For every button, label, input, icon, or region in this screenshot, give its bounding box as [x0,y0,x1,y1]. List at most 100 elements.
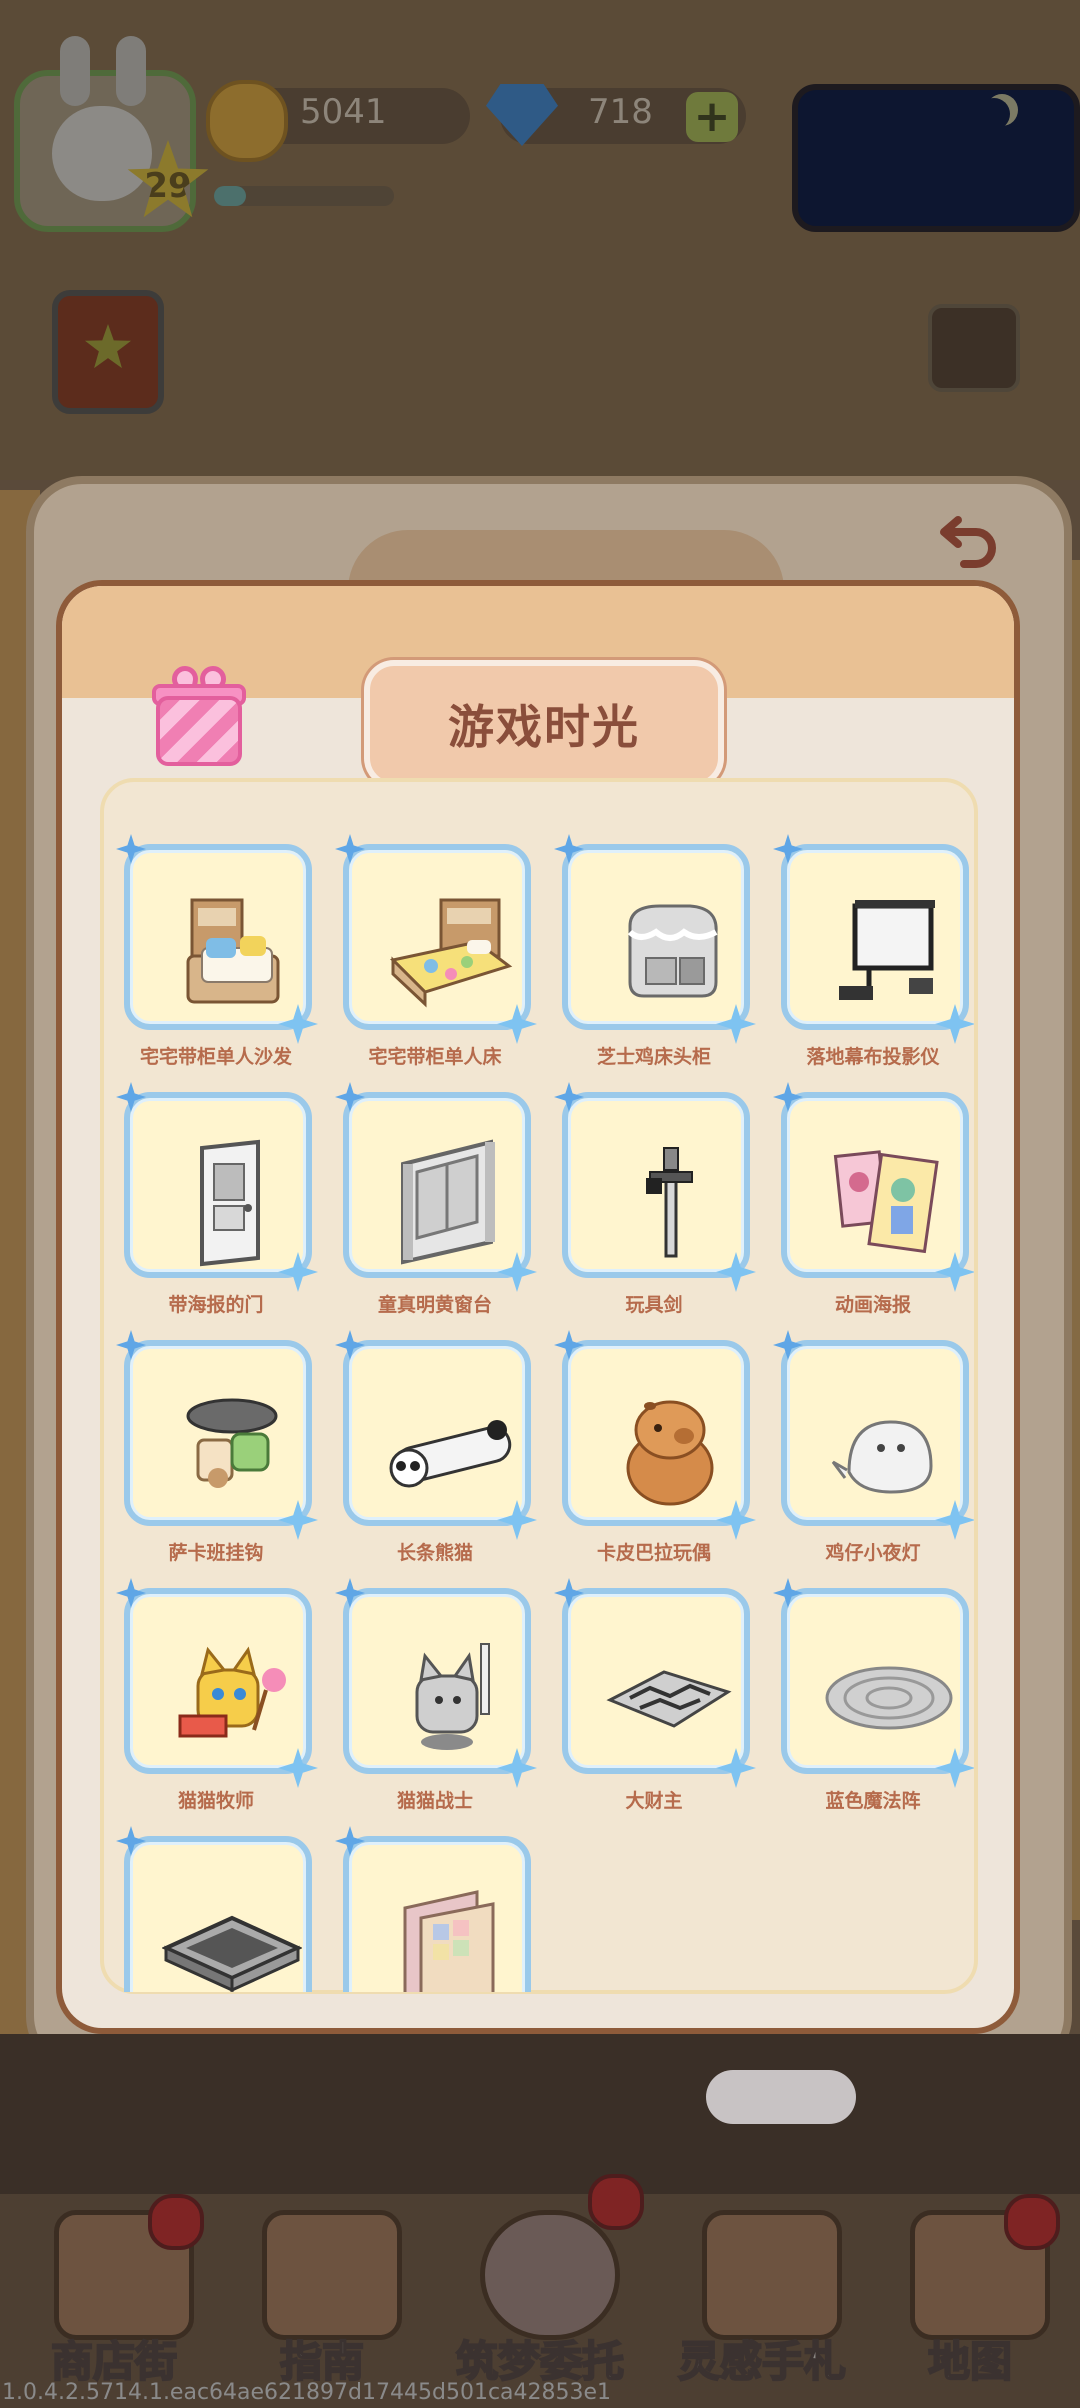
item-name: 落地幕布投影仪 [806,1046,940,1068]
item-card[interactable] [124,1340,312,1526]
nav-shop[interactable]: 商店街 [24,2180,204,2390]
avatar-ear-left [60,36,90,106]
notification-badge [588,2174,644,2230]
item-card[interactable] [562,1340,750,1526]
rich-rug-icon [600,1630,740,1770]
capybara-plush-icon [600,1382,740,1522]
item-card[interactable] [343,844,531,1030]
notification-badge [1004,2194,1060,2250]
star-icon [84,324,132,369]
item-card[interactable] [781,1340,969,1526]
coin-amount: 5041 [300,92,387,132]
item-name: 玩具剑 [625,1294,683,1316]
item-name: 猫猫牧师 [177,1790,254,1812]
nav-map[interactable]: 地图 [880,2180,1060,2390]
item-card[interactable] [562,1588,750,1774]
item-card[interactable] [124,1836,312,1992]
item-name: 动画海报 [834,1294,911,1316]
xp-bar [214,186,394,206]
furniture-item[interactable]: 宅宅带柜单人沙发 [116,830,318,1070]
magic-circle-icon [819,1630,959,1770]
furniture-item[interactable]: 蓝色魔法阵 [773,1574,974,1814]
cat-priest-icon [162,1630,302,1770]
item-card[interactable] [781,1092,969,1278]
item-card[interactable] [124,844,312,1030]
sofa-icon [162,886,302,1026]
item-name: 大财主 [625,1790,683,1812]
undo-arrow-icon [940,516,996,568]
item-card[interactable] [343,1836,531,1992]
nav-guide[interactable]: 指南 [232,2180,412,2390]
cat-warrior-icon [381,1630,521,1770]
item-card[interactable] [562,1092,750,1278]
furniture-item[interactable]: 宅宅带柜单人床 [335,830,537,1070]
nav-label: 地图 [927,2336,1013,2387]
item-name: 鸡仔小夜灯 [825,1542,921,1564]
item-card[interactable] [343,1588,531,1774]
coin-icon [206,80,288,162]
sword-icon [600,1134,740,1274]
item-name: 萨卡班挂钩 [168,1542,264,1564]
nav-commission[interactable]: 筑梦委托 [450,2174,644,2390]
item-card[interactable] [124,1092,312,1278]
item-card[interactable] [781,1588,969,1774]
nav-label: 灵感手札 [677,2336,847,2387]
item-name: 带海报的门 [168,1294,264,1316]
chick-lamp-icon [819,1382,959,1522]
furniture-item[interactable]: 猫猫牧师 [116,1574,318,1814]
furniture-item[interactable]: 鸡仔小夜灯 [773,1326,974,1566]
bed-icon [381,886,521,1026]
item-grid: 宅宅带柜单人沙发 宅宅带柜单人床 芝士鸡床头柜 落地幕布投影仪带海报的门 童真明黄窗台 玩… [104,830,974,1992]
furniture-item[interactable]: 带海报的门 [116,1078,318,1318]
furniture-item[interactable]: 芝士鸡床头柜 [554,830,756,1070]
nav-notebook[interactable]: 灵感手札 [672,2180,852,2390]
item-name: 宅宅带柜单人沙发 [139,1046,292,1068]
furniture-item[interactable]: 长条熊猫 [335,1326,537,1566]
furniture-item[interactable]: 童真明黄窗台 [335,1078,537,1318]
door-icon [162,1134,302,1274]
item-name: 卡皮巴拉玩偶 [596,1542,711,1564]
furniture-item[interactable]: 萨卡班挂钩 [116,1326,318,1566]
night-sky-window[interactable] [792,84,1080,232]
item-card[interactable] [343,1092,531,1278]
item-name: 童真明黄窗台 [377,1294,492,1316]
inventory-box-button[interactable] [928,304,1020,392]
item-name: 芝士鸡床头柜 [596,1046,711,1068]
item-name: 猫猫战士 [396,1790,473,1812]
guide-icon [262,2210,402,2340]
poster-icon [819,1134,959,1274]
item-card[interactable] [562,844,750,1030]
furniture-item[interactable]: 玩具剑 [554,1078,756,1318]
item-name: 宅宅带柜单人床 [368,1046,502,1068]
furniture-item[interactable]: 卡皮巴拉玩偶 [554,1326,756,1566]
notebook-icon [702,2210,842,2340]
panda-pillow-icon [381,1382,521,1522]
gem-amount: 718 [588,92,653,132]
wallpaper-icon [381,1878,521,1992]
item-name: 蓝色魔法阵 [825,1790,921,1812]
dialog-title-tab: 游戏时光 [364,660,724,788]
collection-book-button[interactable] [52,290,164,414]
moon-icon [978,98,1010,130]
item-card[interactable] [343,1340,531,1526]
item-card[interactable] [781,844,969,1030]
add-gems-button[interactable]: + [686,92,738,142]
furniture-item[interactable] [335,1822,531,1992]
nightstand-icon [600,886,740,1026]
furniture-item[interactable] [116,1822,312,1992]
furniture-item[interactable]: 大财主 [554,1574,756,1814]
gift-box-icon [152,663,246,770]
bone-icon [706,2070,856,2124]
item-card[interactable] [124,1588,312,1774]
item-name: 长条熊猫 [396,1542,473,1564]
wall-hook-icon [162,1382,302,1522]
window-icon [381,1134,521,1274]
projector-screen-icon [819,886,959,1026]
furniture-item[interactable]: 落地幕布投影仪 [773,830,974,1070]
back-button[interactable] [938,506,1002,586]
room-floor [0,2034,1080,2194]
rabbit-face-icon [52,106,152,201]
furniture-item[interactable]: 动画海报 [773,1078,974,1318]
dialog-title: 游戏时光 [448,700,640,754]
furniture-item[interactable]: 猫猫战士 [335,1574,537,1814]
